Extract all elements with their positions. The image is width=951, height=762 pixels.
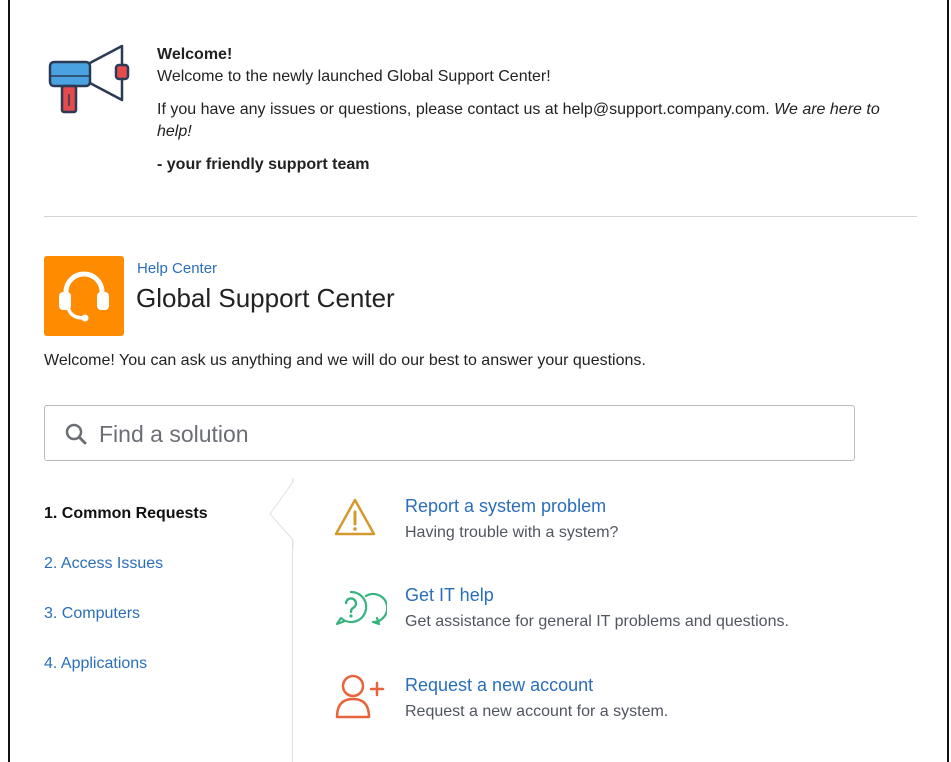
megaphone-icon — [44, 42, 132, 114]
warning-icon — [333, 496, 377, 545]
nav-item-common-requests[interactable]: 1. Common Requests — [44, 505, 208, 523]
announcement: Welcome! Welcome to the newly launched G… — [157, 44, 917, 176]
request-it-help-title[interactable]: Get IT help — [405, 585, 494, 606]
announcement-title: Welcome! — [157, 46, 233, 63]
search-icon — [65, 423, 87, 445]
active-nav-pointer — [269, 478, 294, 548]
request-report-problem-title[interactable]: Report a system problem — [405, 496, 606, 517]
breadcrumb-help-center[interactable]: Help Center — [137, 260, 217, 277]
request-it-help-description: Get assistance for general IT problems a… — [405, 613, 789, 630]
nav-item-applications[interactable]: 4. Applications — [44, 655, 147, 673]
help-chat-icon — [333, 588, 389, 633]
announcement-contact: If you have any issues or questions, ple… — [157, 99, 917, 143]
announcement-line: Welcome to the newly launched Global Sup… — [157, 68, 551, 85]
announcement-contact-text: If you have any issues or questions, ple… — [157, 101, 775, 118]
announcement-signoff: - your friendly support team — [157, 156, 370, 173]
headset-icon — [44, 256, 124, 336]
request-new-account-description: Request a new account for a system. — [405, 703, 669, 720]
request-report-problem-description: Having trouble with a system? — [405, 524, 619, 541]
welcome-message: Welcome! You can ask us anything and we … — [44, 352, 646, 369]
search-input[interactable] — [97, 416, 841, 452]
search-box[interactable] — [44, 405, 855, 461]
add-user-icon — [333, 673, 387, 724]
page-title: Global Support Center — [136, 283, 395, 313]
divider — [44, 216, 917, 217]
request-new-account-title[interactable]: Request a new account — [405, 675, 593, 696]
nav-item-access-issues[interactable]: 2. Access Issues — [44, 555, 163, 573]
nav-item-computers[interactable]: 3. Computers — [44, 605, 140, 623]
